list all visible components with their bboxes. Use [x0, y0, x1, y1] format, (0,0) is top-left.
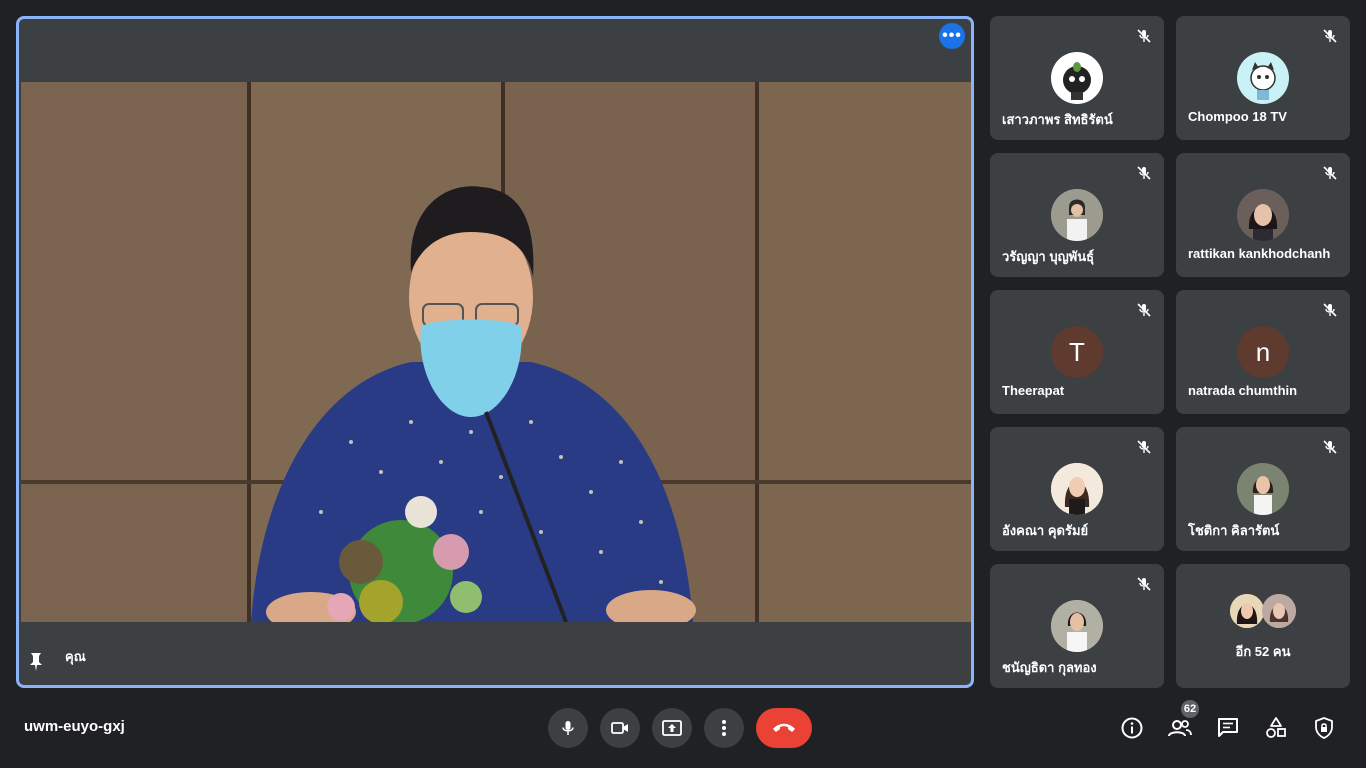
mic-off-icon	[1323, 303, 1337, 317]
participant-tile[interactable]: rattikan kankhodchanh	[1176, 153, 1350, 277]
leave-call-button[interactable]	[756, 708, 812, 748]
camera-button[interactable]	[600, 708, 640, 748]
participant-tile[interactable]: T Theerapat	[990, 290, 1164, 414]
mic-off-icon	[1137, 29, 1151, 43]
mic-off-icon	[1137, 303, 1151, 317]
participant-name: natrada chumthin	[1188, 383, 1298, 398]
meeting-details-button[interactable]	[1118, 714, 1146, 742]
participant-name: วรัญญา บุญพันธุ์	[1002, 249, 1095, 264]
participant-name: Chompoo 18 TV	[1188, 109, 1287, 124]
more-options-button[interactable]	[704, 708, 744, 748]
phone-hangup-icon	[773, 723, 795, 732]
participant-tile[interactable]: Chompoo 18 TV	[1176, 16, 1350, 140]
activities-button[interactable]	[1262, 714, 1290, 742]
participant-tile[interactable]: อังคณา คุดรัมย์	[990, 427, 1164, 551]
mic-button[interactable]	[548, 708, 588, 748]
participant-name: เสาวภาพร สิทธิรัตน์	[1002, 112, 1113, 127]
more-participants-tile[interactable]: อีก 52 คน	[1176, 564, 1350, 688]
pin-icon[interactable]	[28, 652, 44, 672]
people-icon	[1168, 720, 1192, 737]
chat-icon	[1218, 718, 1238, 737]
avatar	[1237, 52, 1289, 104]
avatar: T	[1051, 326, 1103, 378]
avatar	[1237, 463, 1289, 515]
present-button[interactable]	[652, 708, 692, 748]
more-participants-label: อีก 52 คน	[1235, 644, 1291, 659]
avatar	[1051, 600, 1103, 652]
camera-icon	[611, 722, 628, 734]
shield-lock-icon	[1315, 717, 1333, 739]
more-vert-icon	[722, 720, 726, 736]
shapes-icon	[1266, 717, 1286, 738]
participant-tile[interactable]: โชติกา คิลารัตน์	[1176, 427, 1350, 551]
participant-tile[interactable]: n natrada chumthin	[1176, 290, 1350, 414]
mic-off-icon	[1323, 29, 1337, 43]
present-screen-icon	[662, 720, 682, 736]
participant-name: ชนัญธิดา กุลทอง	[1002, 660, 1097, 675]
participant-tile[interactable]: วรัญญา บุญพันธุ์	[990, 153, 1164, 277]
avatar	[1262, 594, 1296, 628]
mic-icon	[562, 721, 574, 735]
participant-name: Theerapat	[1002, 383, 1065, 398]
mic-off-icon	[1323, 440, 1337, 454]
participant-name: rattikan kankhodchanh	[1188, 246, 1331, 261]
mic-off-icon	[1137, 440, 1151, 454]
speaker-video	[21, 82, 971, 622]
avatar: n	[1237, 326, 1289, 378]
avatar	[1051, 189, 1103, 241]
presenter-name-label: คุณ	[65, 649, 86, 664]
avatar	[1237, 189, 1289, 241]
meeting-code: uwm-euyo-gxj	[24, 718, 125, 735]
mic-off-icon	[1137, 166, 1151, 180]
participant-name: อังคณา คุดรัมย์	[1002, 523, 1089, 538]
avatar	[1051, 463, 1103, 515]
info-icon	[1121, 717, 1143, 739]
avatar	[1051, 52, 1103, 104]
people-button[interactable]	[1166, 714, 1194, 742]
avatar	[1230, 594, 1264, 628]
main-video-tile[interactable]: ••• คุณ	[16, 16, 974, 688]
chat-button[interactable]	[1214, 714, 1242, 742]
participant-name: โชติกา คิลารัตน์	[1188, 523, 1280, 538]
participant-tile[interactable]: ชนัญธิดา กุลทอง	[990, 564, 1164, 688]
mic-off-icon	[1137, 577, 1151, 591]
people-count-badge: 62	[1181, 700, 1199, 718]
host-controls-button[interactable]	[1310, 714, 1338, 742]
mic-off-icon	[1323, 166, 1337, 180]
more-participants-avatars	[1176, 594, 1350, 634]
tile-options-button[interactable]: •••	[939, 23, 965, 49]
participant-tile[interactable]: เสาวภาพร สิทธิรัตน์	[990, 16, 1164, 140]
